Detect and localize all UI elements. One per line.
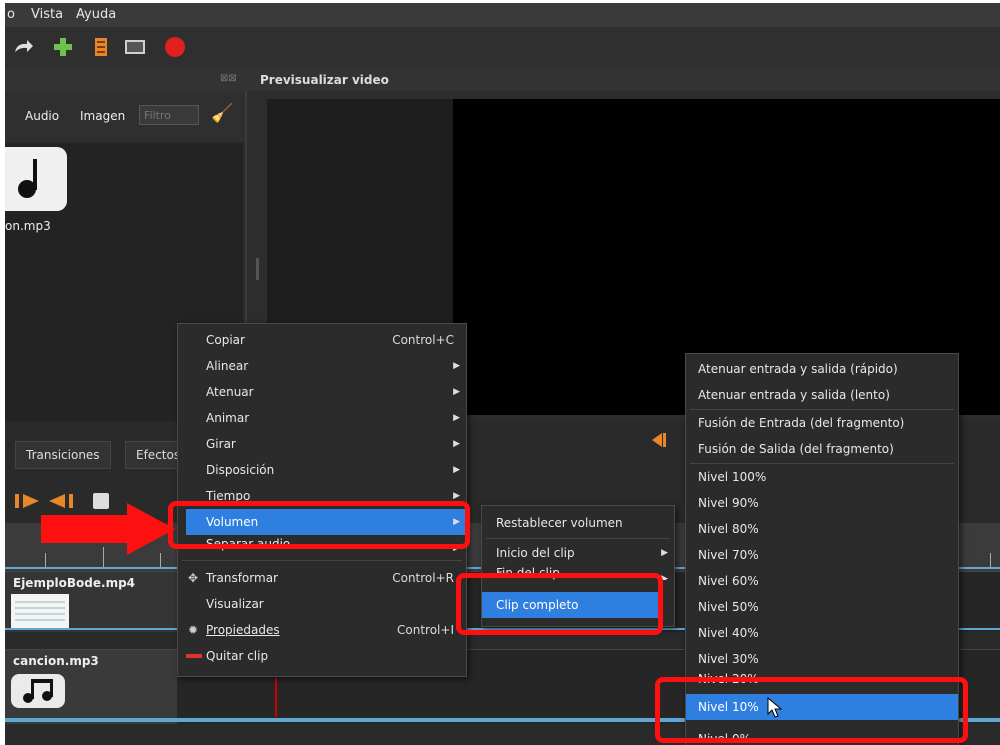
submenu-arrow-icon: ▶: [453, 439, 460, 449]
highlight-box-nivel: [655, 677, 968, 743]
track-header: EjemploBode.mp4: [5, 572, 177, 632]
menu-item-fusion-entrada[interactable]: Fusión de Entrada (del fragmento): [686, 410, 958, 436]
music-notes-icon: [23, 679, 53, 703]
menu-separator: [182, 560, 462, 561]
menu-item-copiar[interactable]: Copiar Control+C: [178, 327, 466, 353]
music-note-icon: [18, 159, 37, 198]
menu-item-nivel-80[interactable]: Nivel 80%: [686, 516, 958, 542]
filter-image-tab[interactable]: Imagen: [80, 109, 125, 123]
audio-clip-thumbnail: [11, 674, 65, 708]
menu-item-inicio-del-clip[interactable]: Inicio del clip ▶: [482, 540, 674, 566]
record-icon[interactable]: [163, 35, 187, 59]
menu-item-restablecer-volumen[interactable]: Restablecer volumen: [482, 510, 674, 536]
profile-icon[interactable]: [89, 35, 113, 59]
menu-item-nivel-90[interactable]: Nivel 90%: [686, 490, 958, 516]
redo-icon[interactable]: [11, 35, 35, 59]
menu-item-girar[interactable]: Girar ▶: [178, 431, 466, 457]
marker-icon[interactable]: [650, 431, 668, 449]
toolbar: [5, 27, 1000, 70]
submenu-arrow-icon: ▶: [453, 465, 460, 475]
menu-item-fusion-salida[interactable]: Fusión de Salida (del fragmento): [686, 436, 958, 462]
menubar: o Vista Ayuda: [5, 3, 1000, 27]
jump-start-icon[interactable]: [13, 491, 43, 511]
highlight-box-volumen: [168, 501, 470, 549]
menu-item-atenuar[interactable]: Atenuar ▶: [178, 379, 466, 405]
menu-item-nivel-60[interactable]: Nivel 60%: [686, 568, 958, 594]
menu-file-partial[interactable]: o: [7, 7, 15, 22]
track-clip-name[interactable]: EjemploBode.mp4: [13, 576, 135, 590]
file-name[interactable]: on.mp3: [5, 219, 51, 233]
menu-item-atenuar-rapido[interactable]: Atenuar entrada y salida (rápido): [686, 356, 958, 382]
menu-item-quitar-clip[interactable]: Quitar clip: [178, 643, 466, 669]
highlight-box-clip-completo: [456, 573, 663, 635]
menu-item-nivel-40[interactable]: Nivel 40%: [686, 620, 958, 646]
submenu-arrow-icon: ▶: [453, 387, 460, 397]
remove-icon: [186, 654, 202, 658]
menu-item-visualizar[interactable]: Visualizar: [178, 591, 466, 617]
red-arrow-annotation: [41, 503, 177, 555]
track-clip-name[interactable]: cancion.mp3: [13, 654, 99, 668]
dock-grip-icon[interactable]: ⊠⊠: [220, 73, 237, 84]
filter-input[interactable]: [139, 105, 199, 125]
menu-item-nivel-70[interactable]: Nivel 70%: [686, 542, 958, 568]
audio-file-thumbnail[interactable]: [5, 147, 67, 211]
menu-item-nivel-30[interactable]: Nivel 30%: [686, 646, 958, 672]
track-header: cancion.mp3: [5, 650, 177, 724]
clear-filter-icon[interactable]: 🧹: [211, 103, 233, 124]
menu-item-atenuar-lento[interactable]: Atenuar entrada y salida (lento): [686, 382, 958, 408]
menu-item-nivel-100[interactable]: Nivel 100%: [686, 464, 958, 490]
gear-icon: ✹: [188, 623, 199, 637]
menu-item-disposicion[interactable]: Disposición ▶: [178, 457, 466, 483]
submenu-arrow-icon: ▶: [661, 548, 668, 558]
filter-audio-tab[interactable]: Audio: [25, 109, 59, 123]
filter-bar: Audio Imagen 🧹: [5, 91, 245, 141]
fullscreen-icon[interactable]: [123, 35, 147, 59]
openshot-window: o Vista Ayuda ⊠⊠ Previsualizar video Aud…: [5, 3, 1000, 745]
splitter-handle[interactable]: [256, 258, 259, 280]
move-icon: ✥: [188, 571, 199, 585]
add-file-icon[interactable]: [51, 35, 75, 59]
menu-item-alinear[interactable]: Alinear ▶: [178, 353, 466, 379]
dock-title: Previsualizar video: [260, 73, 389, 87]
menu-vista[interactable]: Vista: [31, 7, 63, 22]
video-thumbnail: [11, 594, 69, 630]
menu-item-nivel-50[interactable]: Nivel 50%: [686, 594, 958, 620]
dock-title-bar: ⊠⊠ Previsualizar video: [5, 69, 1000, 91]
menu-item-propiedades[interactable]: ✹ Propiedades Control+I: [178, 617, 466, 643]
clip-context-menu: Copiar Control+C Alinear ▶ Atenuar ▶ Animar…: [177, 323, 467, 677]
menu-item-animar[interactable]: Animar ▶: [178, 405, 466, 431]
tab-transiciones[interactable]: Transiciones: [15, 441, 111, 469]
submenu-arrow-icon: ▶: [453, 361, 460, 371]
menu-item-transformar[interactable]: ✥ Transformar Control+R: [178, 565, 466, 591]
submenu-arrow-icon: ▶: [453, 413, 460, 423]
menu-ayuda[interactable]: Ayuda: [76, 7, 116, 22]
